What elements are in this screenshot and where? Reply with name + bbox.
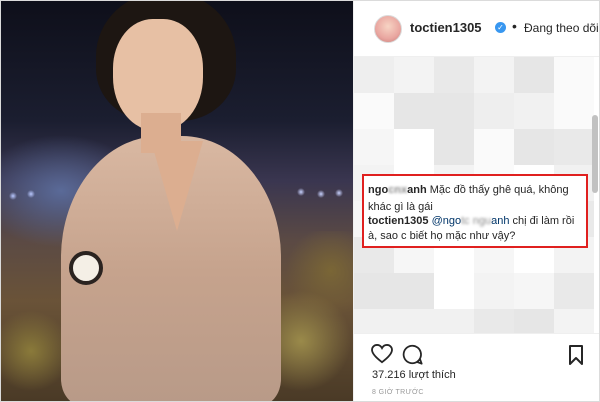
comments-section[interactable]: ngocnxanh Mặc đồ thấy ghê quá, không khá… — [354, 57, 599, 333]
verified-badge-icon: ✓ — [495, 22, 506, 33]
mosaic-tile — [434, 273, 474, 309]
post-timestamp: 8 GIỜ TRƯỚC — [372, 389, 424, 396]
mosaic-tile — [514, 309, 554, 333]
mosaic-tile — [434, 129, 474, 165]
mosaic-tile — [554, 129, 594, 165]
mosaic-tile — [514, 57, 554, 93]
mosaic-tile — [554, 57, 594, 93]
like-count[interactable]: 37.216 lượt thích — [372, 369, 456, 381]
mosaic-tile — [514, 129, 554, 165]
neck-shape — [141, 113, 181, 153]
mosaic-tile — [354, 57, 394, 93]
flower-brooch — [69, 251, 103, 285]
mosaic-tile — [474, 309, 514, 333]
heart-icon[interactable] — [371, 344, 393, 364]
comments-scrollbar[interactable] — [592, 115, 598, 193]
mosaic-tile — [354, 273, 394, 309]
mosaic-tile — [554, 273, 594, 309]
mosaic-tile — [474, 273, 514, 309]
mosaic-tile — [554, 93, 594, 129]
mosaic-tile — [354, 93, 394, 129]
post-photo[interactable] — [1, 1, 353, 401]
username-link[interactable]: toctien1305 — [410, 20, 482, 35]
follow-status[interactable]: Đang theo dõi — [524, 21, 599, 35]
mosaic-tile — [354, 129, 394, 165]
mosaic-tile — [434, 57, 474, 93]
comment-mention[interactable]: @ngotc nguanh — [432, 215, 510, 227]
comment-author[interactable]: toctien1305 — [368, 215, 429, 227]
mosaic-tile — [474, 129, 514, 165]
post-actions: 37.216 lượt thích 8 GIỜ TRƯỚC — [354, 333, 599, 401]
mosaic-tile — [394, 93, 434, 129]
comment-2: toctien1305 @ngotc nguanh chị đi làm rồi… — [368, 214, 582, 244]
mosaic-tile — [394, 57, 434, 93]
mosaic-tile — [394, 273, 434, 309]
mosaic-tile — [434, 309, 474, 333]
mosaic-tile — [434, 93, 474, 129]
mosaic-tile — [394, 129, 434, 165]
comment-author[interactable]: ngocnxanh — [368, 184, 427, 196]
neckline-shape — [151, 141, 203, 231]
post-header: toctien1305 ✓ • Đang theo dõi — [354, 1, 599, 57]
mosaic-tile — [514, 93, 554, 129]
mosaic-tile — [554, 309, 594, 333]
instagram-post: toctien1305 ✓ • Đang theo dõi ngocnxanh … — [0, 0, 600, 402]
mosaic-tile — [354, 309, 394, 333]
post-side-panel: toctien1305 ✓ • Đang theo dõi ngocnxanh … — [353, 1, 599, 401]
comment-1: ngocnxanh Mặc đồ thấy ghê quá, không khá… — [368, 182, 582, 216]
separator-dot: • — [512, 18, 517, 34]
mosaic-tile — [474, 57, 514, 93]
mosaic-tile — [474, 93, 514, 129]
comment-icon[interactable] — [402, 344, 423, 365]
highlighted-comments: ngocnxanh Mặc đồ thấy ghê quá, không khá… — [362, 174, 588, 248]
avatar[interactable] — [374, 15, 402, 43]
bookmark-icon[interactable] — [568, 345, 584, 365]
mosaic-tile — [394, 309, 434, 333]
mosaic-tile — [514, 273, 554, 309]
